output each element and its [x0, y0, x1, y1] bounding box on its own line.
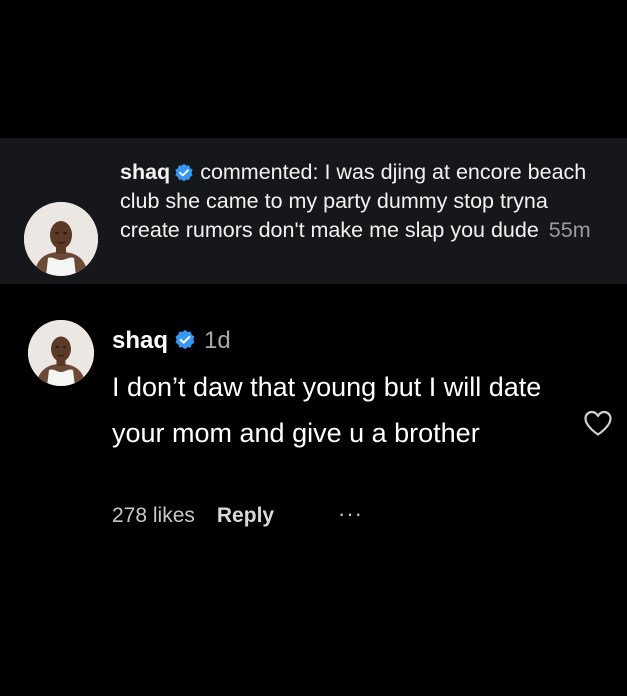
- comment-header: shaq 1d: [112, 324, 231, 358]
- comment-text: I don’t daw that young but I will date y…: [112, 372, 542, 448]
- profile-photo: [28, 320, 94, 386]
- notification-text: shaq commented: I was djing at encore bea…: [120, 158, 600, 245]
- reply-button[interactable]: Reply: [217, 504, 274, 527]
- verified-badge-icon: [174, 329, 196, 351]
- likes-count[interactable]: 278 likes: [112, 504, 195, 527]
- notification-action: commented:: [200, 160, 319, 184]
- verified-badge-icon: [174, 163, 194, 183]
- heart-outline-icon[interactable]: [583, 409, 613, 437]
- notification-time: 55m: [548, 218, 591, 242]
- comment-time: 1d: [204, 327, 231, 354]
- notification-username[interactable]: shaq: [120, 160, 170, 184]
- comment-notification[interactable]: shaq commented: I was djing at encore bea…: [0, 138, 627, 284]
- profile-photo: [24, 202, 98, 276]
- more-options-button[interactable]: ···: [338, 500, 363, 528]
- comment-actions: 278 likes Reply: [112, 500, 274, 532]
- comment-username[interactable]: shaq: [112, 327, 168, 354]
- avatar[interactable]: [28, 320, 94, 386]
- avatar[interactable]: [24, 202, 98, 276]
